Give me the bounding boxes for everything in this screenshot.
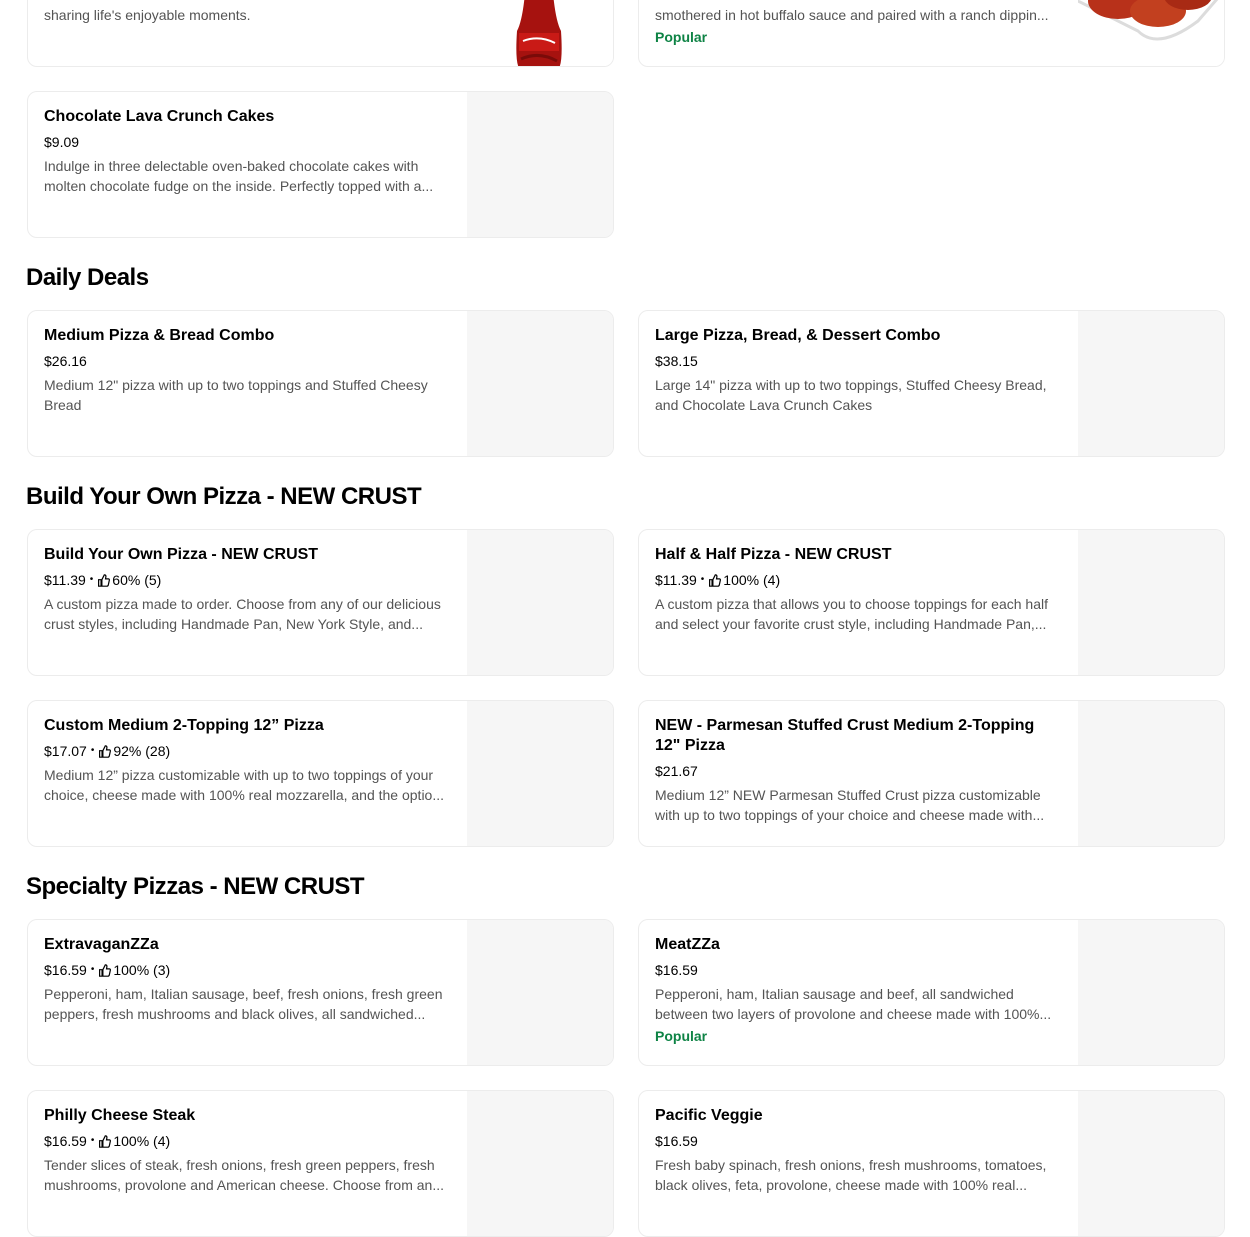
- item-description: smothered in hot buffalo sauce and paire…: [655, 7, 1049, 23]
- menu-item-card[interactable]: MeatZZa $16.59 Pepperoni, ham, Italian s…: [638, 919, 1225, 1066]
- item-description: A custom pizza that allows you to choose…: [655, 596, 1049, 632]
- separator-dot: •: [90, 964, 95, 975]
- item-name: ExtravaganZZa: [44, 936, 159, 953]
- item-image: [467, 701, 613, 846]
- soda-bottle-image: [516, 0, 562, 66]
- menu-item-card[interactable]: Medium Pizza & Bread Combo $26.16 Medium…: [27, 310, 614, 457]
- section-title: Specialty Pizzas - NEW CRUST: [26, 873, 365, 900]
- item-price: $17.07: [44, 743, 87, 759]
- item-price: $16.59: [44, 1133, 87, 1149]
- item-description: Pepperoni, ham, Italian sausage and beef…: [655, 986, 1052, 1022]
- item-description: Pepperoni, ham, Italian sausage, beef, f…: [44, 986, 443, 1022]
- separator-dot: •: [700, 574, 705, 585]
- item-image: [1078, 311, 1224, 456]
- item-description: Fresh baby spinach, fresh onions, fresh …: [655, 1157, 1047, 1193]
- item-name: MeatZZa: [655, 936, 720, 953]
- menu-item-card[interactable]: Build Your Own Pizza - NEW CRUST $11.39 …: [27, 529, 614, 676]
- buffalo-wings-image: [1076, 0, 1219, 41]
- item-rating: 100% (4): [113, 1133, 171, 1149]
- menu-item-card[interactable]: Half & Half Pizza - NEW CRUST $11.39 • 1…: [638, 529, 1225, 676]
- item-image: [1078, 701, 1224, 846]
- item-price: $16.59: [655, 1133, 698, 1149]
- menu-item-card[interactable]: Chocolate Lava Crunch Cakes $9.09 Indulg…: [27, 91, 614, 238]
- item-price: $16.59: [44, 962, 87, 978]
- item-image: [1078, 1091, 1224, 1236]
- item-name: Philly Cheese Steak: [44, 1107, 196, 1124]
- item-image: [1076, 0, 1224, 66]
- item-image: [467, 1091, 613, 1236]
- thumbs-up-icon: [98, 573, 111, 587]
- item-price: $21.67: [655, 763, 698, 779]
- item-name: NEW - Parmesan Stuffed Crust Medium 2-To…: [655, 717, 1035, 754]
- menu-item-card[interactable]: smothered in hot buffalo sauce and paire…: [638, 0, 1225, 67]
- menu-item-card[interactable]: Custom Medium 2-Topping 12” Pizza $17.07…: [27, 700, 614, 847]
- menu-item-card[interactable]: Large Pizza, Bread, & Dessert Combo $38.…: [638, 310, 1225, 457]
- item-rating: 60% (5): [112, 572, 162, 588]
- section-title: Daily Deals: [26, 264, 149, 291]
- menu-item-card[interactable]: sharing life's enjoyable moments.: [27, 0, 614, 67]
- item-name: Large Pizza, Bread, & Dessert Combo: [655, 327, 941, 344]
- separator-dot: •: [89, 574, 94, 585]
- item-price: $16.59: [655, 962, 698, 978]
- item-name: Chocolate Lava Crunch Cakes: [44, 108, 275, 125]
- item-image: [1078, 920, 1224, 1065]
- item-image: [467, 530, 613, 675]
- item-description: Large 14" pizza with up to two toppings,…: [655, 377, 1047, 413]
- item-description: Tender slices of steak, fresh onions, fr…: [44, 1157, 444, 1193]
- menu-item-card[interactable]: ExtravaganZZa $16.59 • 100% (3) Pepperon…: [27, 919, 614, 1066]
- menu-item-card[interactable]: Philly Cheese Steak $16.59 • 100% (4) Te…: [27, 1090, 614, 1237]
- item-price: $26.16: [44, 353, 87, 369]
- item-rating: 100% (4): [723, 572, 781, 588]
- separator-dot: •: [90, 745, 95, 756]
- menu-item-card[interactable]: NEW - Parmesan Stuffed Crust Medium 2-To…: [638, 700, 1225, 847]
- menu-item-card[interactable]: Pacific Veggie $16.59 Fresh baby spinach…: [638, 1090, 1225, 1237]
- item-rating: 92% (28): [113, 743, 171, 759]
- item-name: Build Your Own Pizza - NEW CRUST: [44, 546, 319, 563]
- item-image: [467, 0, 613, 66]
- thumbs-up-icon: [99, 744, 112, 758]
- item-price: $11.39: [655, 572, 697, 588]
- popular-badge: Popular: [655, 29, 708, 45]
- popular-badge: Popular: [655, 1028, 708, 1044]
- item-image: [1078, 530, 1224, 675]
- item-image: [467, 92, 613, 237]
- item-name: Half & Half Pizza - NEW CRUST: [655, 546, 892, 563]
- item-image: [467, 311, 613, 456]
- separator-dot: •: [90, 1135, 95, 1146]
- item-description: A custom pizza made to order. Choose fro…: [44, 596, 441, 632]
- item-name: Pacific Veggie: [655, 1107, 763, 1124]
- item-name: Custom Medium 2-Topping 12” Pizza: [44, 717, 324, 734]
- item-description: Indulge in three delectable oven-baked c…: [44, 158, 434, 194]
- item-image: [467, 920, 613, 1065]
- item-name: Medium Pizza & Bread Combo: [44, 327, 275, 344]
- item-description: Medium 12” pizza customizable with up to…: [44, 767, 445, 803]
- section-title: Build Your Own Pizza - NEW CRUST: [26, 483, 422, 510]
- item-price: $9.09: [44, 134, 80, 150]
- item-description: Medium 12" pizza with up to two toppings…: [44, 377, 428, 413]
- thumbs-up-icon: [709, 573, 722, 587]
- item-price: $11.39: [44, 572, 86, 588]
- item-description: sharing life's enjoyable moments.: [44, 7, 251, 23]
- item-price: $38.15: [655, 353, 698, 369]
- thumbs-up-icon: [99, 963, 112, 977]
- thumbs-up-icon: [99, 1134, 112, 1148]
- item-description: Medium 12” NEW Parmesan Stuffed Crust pi…: [655, 787, 1045, 823]
- item-rating: 100% (3): [113, 962, 171, 978]
